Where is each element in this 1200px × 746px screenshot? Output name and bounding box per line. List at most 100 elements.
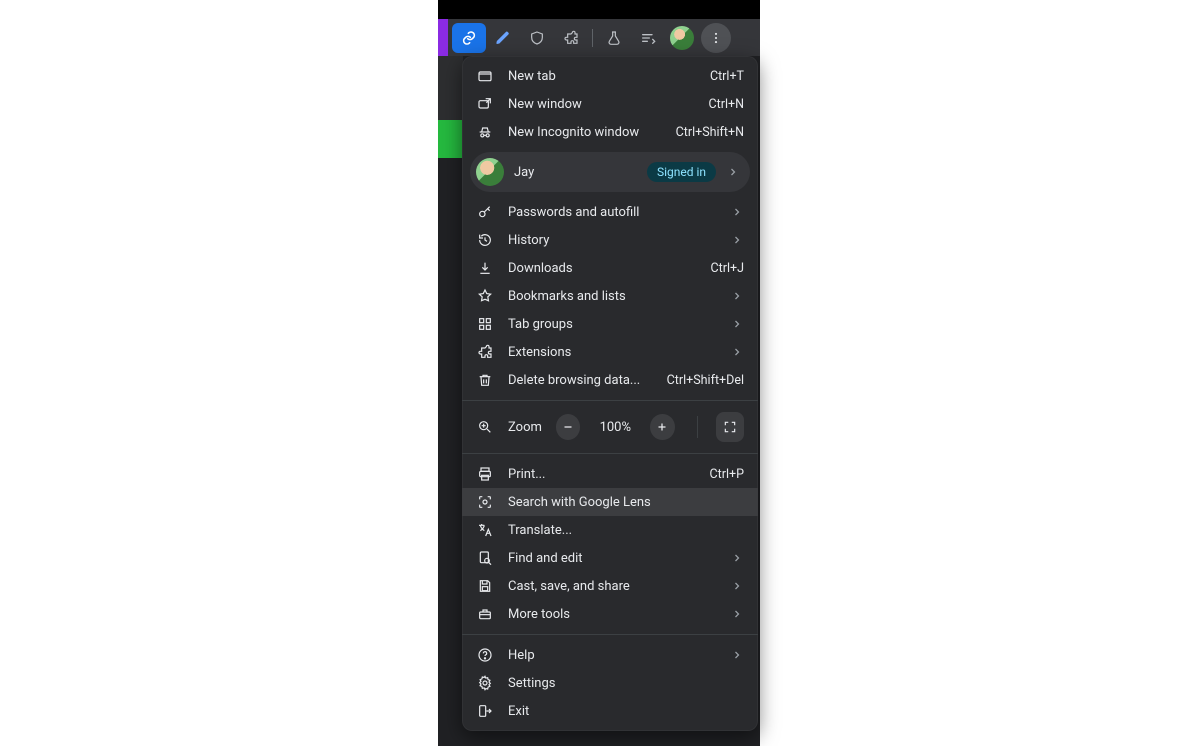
profile-name: Jay — [514, 165, 637, 180]
menu-item-label: Exit — [508, 704, 744, 719]
menu-item-print[interactable]: Print... Ctrl+P — [462, 460, 758, 488]
menu-item-extensions[interactable]: Extensions — [462, 338, 758, 366]
menu-item-help[interactable]: Help — [462, 641, 758, 669]
profile-status-badge: Signed in — [647, 162, 716, 182]
menu-item-more-tools[interactable]: More tools — [462, 600, 758, 628]
puzzle-icon — [476, 343, 494, 361]
menu-item-settings[interactable]: Settings — [462, 669, 758, 697]
chrome-menu: New tab Ctrl+T New window Ctrl+N New Inc… — [462, 56, 758, 731]
zoom-out-button[interactable] — [556, 414, 581, 440]
find-icon — [476, 549, 494, 567]
menu-item-label: Search with Google Lens — [508, 495, 744, 510]
menu-item-label: New window — [508, 97, 694, 112]
chevron-right-icon — [730, 289, 744, 303]
menu-item-profile[interactable]: Jay Signed in — [470, 152, 750, 192]
star-icon — [476, 287, 494, 305]
puzzle-icon — [563, 30, 579, 46]
menu-item-translate[interactable]: Translate... — [462, 516, 758, 544]
chevron-right-icon — [730, 551, 744, 565]
fullscreen-icon — [723, 420, 737, 434]
menu-separator — [462, 400, 758, 401]
incognito-icon — [476, 123, 494, 141]
key-icon — [476, 203, 494, 221]
history-icon — [476, 231, 494, 249]
zoom-label: Zoom — [508, 420, 542, 435]
menu-item-label: Settings — [508, 676, 744, 691]
menu-item-google-lens[interactable]: Search with Google Lens — [462, 488, 758, 516]
menu-item-label: History — [508, 233, 716, 248]
menu-item-passwords[interactable]: Passwords and autofill — [462, 198, 758, 226]
menu-item-label: Bookmarks and lists — [508, 289, 716, 304]
menu-item-find-edit[interactable]: Find and edit — [462, 544, 758, 572]
menu-item-shortcut: Ctrl+Shift+N — [676, 125, 744, 140]
menu-item-incognito[interactable]: New Incognito window Ctrl+Shift+N — [462, 118, 758, 146]
chevron-right-icon — [726, 166, 740, 178]
zoom-value: 100% — [594, 420, 636, 435]
plus-icon — [656, 421, 668, 433]
chevron-right-icon — [730, 233, 744, 247]
profile-avatar — [476, 158, 504, 186]
menu-item-label: Help — [508, 648, 716, 663]
chevron-right-icon — [730, 648, 744, 662]
menu-item-shortcut: Ctrl+T — [710, 69, 744, 84]
page-dark-fragment — [438, 56, 463, 120]
menu-item-cast-save-share[interactable]: Cast, save, and share — [462, 572, 758, 600]
pencil-icon — [495, 30, 511, 46]
menu-item-downloads[interactable]: Downloads Ctrl+J — [462, 254, 758, 282]
menu-item-zoom: Zoom 100% — [462, 407, 758, 447]
link-icon — [461, 30, 477, 46]
toolbox-icon — [476, 605, 494, 623]
menu-item-label: New Incognito window — [508, 125, 662, 140]
extension-pencil-button[interactable] — [486, 23, 520, 53]
lens-icon — [476, 493, 494, 511]
menu-item-shortcut: Ctrl+Shift+Del — [667, 373, 744, 388]
menu-item-delete-browsing-data[interactable]: Delete browsing data... Ctrl+Shift+Del — [462, 366, 758, 394]
menu-item-label: More tools — [508, 607, 716, 622]
toolbar-divider — [592, 29, 593, 47]
extensions-button[interactable] — [554, 23, 588, 53]
window-new-icon — [476, 95, 494, 113]
menu-item-label: New tab — [508, 69, 696, 84]
menu-separator — [462, 634, 758, 635]
menu-item-tab-groups[interactable]: Tab groups — [462, 310, 758, 338]
grid-icon — [476, 315, 494, 333]
gear-icon — [476, 674, 494, 692]
chevron-right-icon — [730, 607, 744, 621]
tab-color-fragment — [438, 19, 448, 56]
menu-item-new-tab[interactable]: New tab Ctrl+T — [462, 62, 758, 90]
chevron-right-icon — [730, 345, 744, 359]
menu-item-label: Extensions — [508, 345, 716, 360]
menu-item-new-window[interactable]: New window Ctrl+N — [462, 90, 758, 118]
menu-item-bookmarks[interactable]: Bookmarks and lists — [462, 282, 758, 310]
menu-item-label: Find and edit — [508, 551, 716, 566]
menu-item-shortcut: Ctrl+J — [711, 261, 745, 276]
extension-shield-button[interactable] — [520, 23, 554, 53]
profile-avatar-toolbar[interactable] — [670, 26, 694, 50]
chrome-menu-button[interactable] — [701, 23, 731, 53]
zoom-icon — [476, 418, 494, 436]
window-titlebar-fragment — [438, 0, 760, 19]
flask-icon — [606, 30, 622, 46]
extension-link-button[interactable] — [452, 23, 486, 53]
labs-button[interactable] — [597, 23, 631, 53]
media-icon — [640, 30, 656, 46]
download-icon — [476, 259, 494, 277]
menu-item-exit[interactable]: Exit — [462, 697, 758, 725]
zoom-in-button[interactable] — [650, 414, 675, 440]
translate-icon — [476, 521, 494, 539]
browser-toolbar — [448, 19, 760, 56]
shield-icon — [529, 30, 545, 46]
minus-icon — [562, 421, 574, 433]
menu-item-label: Downloads — [508, 261, 697, 276]
fullscreen-button[interactable] — [716, 412, 744, 442]
chevron-right-icon — [730, 205, 744, 219]
media-controls-button[interactable] — [631, 23, 665, 53]
menu-item-label: Cast, save, and share — [508, 579, 716, 594]
menu-separator — [462, 453, 758, 454]
menu-item-label: Tab groups — [508, 317, 716, 332]
menu-item-label: Delete browsing data... — [508, 373, 653, 388]
menu-item-shortcut: Ctrl+P — [710, 467, 744, 482]
menu-item-label: Passwords and autofill — [508, 205, 716, 220]
menu-item-shortcut: Ctrl+N — [708, 97, 744, 112]
menu-item-history[interactable]: History — [462, 226, 758, 254]
